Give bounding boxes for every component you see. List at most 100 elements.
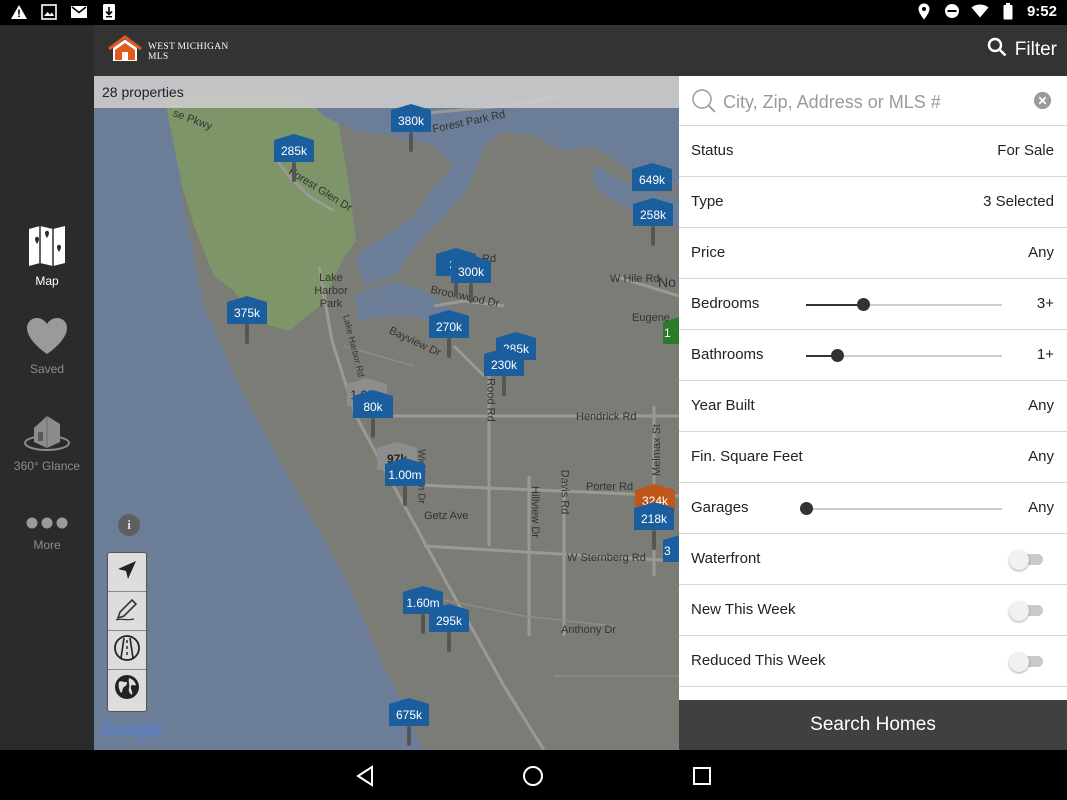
new-this-week-toggle[interactable] [1009,601,1043,621]
navigation-bar [0,750,1067,800]
map-pin[interactable]: 1 [660,316,679,368]
street-label: Anthony Dr [561,624,617,636]
filter-label: Reduced This Week [691,652,826,669]
search-homes-button[interactable]: Search Homes [679,700,1067,750]
filter-label: Year Built [691,397,755,414]
pin-price: 375k [233,306,261,320]
street-label: Lake Harbor Park [314,272,348,310]
sidebar-item-label: 360° Glance [13,459,81,473]
filter-value: Any [1028,244,1054,261]
back-button[interactable] [354,765,376,787]
bedrooms-slider[interactable] [806,298,1002,311]
search-icon [987,37,1007,63]
filter-label: Type [691,193,724,210]
pin-price: 218k [640,512,668,526]
map-pin[interactable]: 270k [426,310,472,362]
map-pin[interactable]: 285k [271,134,317,186]
home-circle-icon [523,766,543,786]
filter-row-price[interactable]: Price Any [679,228,1067,279]
map-pin[interactable]: 295k [426,604,472,656]
map-pin[interactable]: 230k [481,348,527,400]
slider-thumb[interactable] [831,349,844,362]
app-logo: WEST MICHIGAN MLS [108,35,229,68]
location-icon [915,2,933,20]
filter-value: Any [1028,499,1054,516]
globe-icon [113,673,141,706]
garages-slider[interactable] [800,502,1002,515]
map-pin[interactable]: 80k [350,390,396,442]
map-pin[interactable]: 300k [448,255,494,307]
search-icon [691,88,717,119]
pin-price: 380k [397,114,425,128]
sidebar-item-map[interactable]: Map [0,225,94,288]
map-pin[interactable]: 1.00m [382,458,428,510]
bathrooms-slider[interactable] [806,349,1002,362]
filter-label: Price [691,244,726,261]
pin-price: 649k [638,173,666,187]
filter-row-waterfront: Waterfront [679,534,1067,585]
waterfront-toggle[interactable] [1009,550,1043,570]
pin-price: 3 [664,544,671,558]
sidebar-item-360-glance[interactable]: 360° Glance [0,410,94,473]
heart-icon [0,317,94,358]
warning-icon [10,3,28,21]
filter-row-square-feet[interactable]: Fin. Square Feet Any [679,432,1067,483]
pin-price: 285k [280,144,308,158]
sidebar-item-more[interactable]: More [0,515,94,552]
filter-value: Any [1028,397,1054,414]
filter-label: Waterfront [691,550,761,567]
search-input[interactable] [723,88,1023,116]
clock: 9:52 [1026,2,1057,20]
sidebar-item-label: More [33,538,61,552]
slider-thumb[interactable] [857,298,870,311]
map-pin[interactable]: 3 [660,534,679,586]
navigate-tool-button[interactable] [108,553,146,592]
map-pin[interactable]: 675k [386,698,432,750]
clear-search-button[interactable] [1034,92,1051,109]
draw-tool-button[interactable] [108,592,146,631]
search-row [679,76,1067,126]
gmail-icon [70,3,88,21]
pin-price: 258k [639,208,667,222]
slider-thumb[interactable] [800,502,813,515]
street-label: Hendrick Rd [576,411,637,423]
map-view[interactable]: 28 properties se Pkwy Forest Park Rd For… [94,76,679,750]
recents-button[interactable] [691,765,713,787]
filter-row-garages: Garages Any [679,483,1067,534]
filter-label: Garages [691,499,749,516]
filter-row-year-built[interactable]: Year Built Any [679,381,1067,432]
filter-button[interactable]: Filter [987,37,1057,63]
map-pin[interactable]: 258k [630,198,676,250]
map-tools [107,552,147,712]
filter-row-status[interactable]: Status For Sale [679,126,1067,177]
street-label: Porter Rd [586,481,634,493]
filter-value: 3 Selected [983,193,1054,210]
pin-price: 230k [490,358,518,372]
filter-row-type[interactable]: Type 3 Selected [679,177,1067,228]
map-pin[interactable]: 375k [224,296,270,348]
globe-button[interactable] [108,670,146,709]
app-header: WEST MICHIGAN MLS Filter [94,25,1067,76]
street-label: Davis Rd [558,469,571,515]
filter-value: For Sale [997,142,1054,159]
road-view-icon [113,634,141,667]
filter-label: Filter [1014,39,1057,60]
sidebar-item-saved[interactable]: Saved [0,317,94,376]
google-attribution: Google [100,720,163,741]
filter-value: 3+ [1036,295,1054,312]
filter-panel: Status For Sale Type 3 Selected Price An… [679,76,1067,700]
street-label: Getz Ave [424,510,469,522]
status-bar: 9:52 [0,0,1067,25]
pin-price: 675k [395,708,423,722]
info-button[interactable]: i [118,514,140,536]
filter-label: Fin. Square Feet [691,448,803,465]
pin-price: 1.00m [388,468,422,482]
pin-price: 1 [664,326,671,340]
road-view-button[interactable] [108,631,146,670]
property-count: 28 properties [102,84,184,100]
home-button[interactable] [522,765,544,787]
reduced-this-week-toggle[interactable] [1009,652,1043,672]
map-pin[interactable]: 380k [388,104,434,156]
close-icon [1034,92,1051,109]
back-triangle-icon [356,765,373,787]
